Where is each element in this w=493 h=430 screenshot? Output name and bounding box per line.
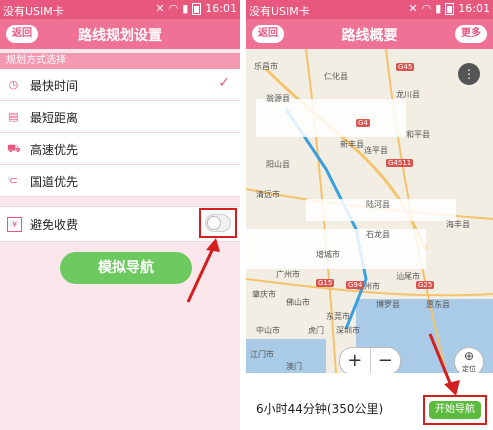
- option-label: 高速优先: [30, 143, 79, 157]
- map-label: 增城市: [316, 250, 340, 259]
- toggle-knob: [207, 216, 221, 230]
- status-bar: 没有USIM卡 ✕ ◠ ▮ 16:01: [0, 0, 240, 19]
- map-label: 江门市: [250, 350, 274, 359]
- highway-badge: G94: [346, 281, 365, 289]
- status-bar: 没有USIM卡 ✕ ◠ ▮ 16:01: [246, 0, 493, 19]
- start-navigation-button[interactable]: 开始导航: [429, 401, 481, 419]
- clock-text: 16:01: [458, 2, 490, 15]
- map-label: 肇庆市: [252, 290, 276, 299]
- map-label: 虎门: [308, 326, 324, 335]
- option-national-road[interactable]: ⊂ 国道优先: [0, 165, 240, 197]
- map-label: 深圳市: [336, 326, 360, 335]
- red-arrow-icon: [428, 333, 460, 396]
- toll-icon: ¥: [7, 217, 22, 232]
- route-overview-screen: 没有USIM卡 ✕ ◠ ▮ 16:01 返回 路线概要 更多 乐昌市 仁化县 翁…: [246, 0, 493, 430]
- mute-icon: ✕: [155, 2, 165, 15]
- highway-badge: G25: [416, 281, 435, 289]
- route-map[interactable]: 乐昌市 仁化县 翁源县 龙川县 新丰县 连平县 和平县 阳山县 清远市 陆河县 …: [246, 49, 493, 373]
- avoid-toll-toggle[interactable]: [205, 214, 231, 232]
- carrier-text: 没有USIM卡: [249, 5, 310, 18]
- option-highway[interactable]: ⛟ 高速优先: [0, 133, 240, 165]
- avoid-toll-label: 避免收费: [30, 218, 79, 232]
- check-icon: ✓: [218, 75, 230, 91]
- route-settings-screen: 没有USIM卡 ✕ ◠ ▮ 16:01 返回 路线规划设置 规划方式选择 ◷ 最…: [0, 0, 240, 430]
- layers-button[interactable]: ⋮: [458, 63, 480, 85]
- highway-badge: G4: [356, 119, 370, 127]
- zoom-control: + −: [339, 347, 401, 373]
- map-label: 阳山县: [266, 160, 290, 169]
- road-icon: ⊂: [8, 174, 19, 187]
- map-label: 龙川县: [396, 90, 420, 99]
- option-label: 国道优先: [30, 175, 79, 189]
- zoom-in-button[interactable]: +: [340, 348, 370, 373]
- map-label: 东莞市: [326, 312, 350, 321]
- highway-badge: G15: [316, 279, 335, 287]
- map-label: 和平县: [406, 130, 430, 139]
- option-shortest[interactable]: ▤ 最短距离: [0, 101, 240, 133]
- more-button[interactable]: 更多: [455, 25, 487, 43]
- section-header: 规划方式选择: [0, 53, 240, 69]
- zoom-out-button[interactable]: −: [371, 348, 401, 373]
- map-label: 新丰县: [340, 140, 364, 149]
- highway-badge: G45: [396, 63, 415, 71]
- map-label: 惠东县: [426, 300, 450, 309]
- option-label: 最短距离: [30, 111, 79, 125]
- wifi-icon: ◠: [168, 2, 179, 15]
- map-label: 海丰县: [446, 220, 470, 229]
- highway-badge: G4511: [386, 159, 414, 167]
- title-bar: 返回 路线概要 更多: [246, 19, 493, 49]
- simulate-navigation-button[interactable]: 模拟导航: [60, 252, 192, 284]
- option-label: 最快时间: [30, 79, 79, 93]
- map-label: 博罗县: [376, 300, 400, 309]
- map-label: 陆河县: [366, 200, 390, 209]
- map-label: 石龙县: [366, 230, 390, 239]
- battery-icon: [192, 2, 202, 15]
- carrier-text: 没有USIM卡: [3, 5, 64, 18]
- clock-icon: ◷: [8, 78, 19, 91]
- red-arrow-icon: [186, 238, 220, 303]
- map-label: 仁化县: [324, 72, 348, 81]
- route-options-list: ◷ 最快时间 ✓ ▤ 最短距离 ⛟ 高速优先 ⊂ 国道优先: [0, 69, 240, 197]
- battery-icon: [445, 2, 455, 15]
- clock-text: 16:01: [205, 2, 237, 15]
- page-title: 路线规划设置: [78, 28, 162, 44]
- signal-icon: ▮: [435, 2, 442, 15]
- mute-icon: ✕: [408, 2, 418, 15]
- route-info: 6小时44分钟(350公里): [256, 402, 384, 416]
- map-label: 佛山市: [286, 298, 310, 307]
- title-bar: 返回 路线规划设置: [0, 19, 240, 49]
- map-label: 乐昌市: [254, 62, 278, 71]
- ruler-icon: ▤: [8, 110, 19, 123]
- map-label: 清远市: [256, 190, 280, 199]
- map-label: 中山市: [256, 326, 280, 335]
- map-label: 广州市: [276, 270, 300, 279]
- wifi-icon: ◠: [421, 2, 432, 15]
- highway-icon: ⛟: [7, 142, 21, 155]
- map-label: 连平县: [364, 146, 388, 155]
- map-label: 翁源县: [266, 94, 290, 103]
- option-fastest[interactable]: ◷ 最快时间 ✓: [0, 69, 240, 101]
- map-label: 澳门: [286, 362, 302, 371]
- signal-icon: ▮: [182, 2, 189, 15]
